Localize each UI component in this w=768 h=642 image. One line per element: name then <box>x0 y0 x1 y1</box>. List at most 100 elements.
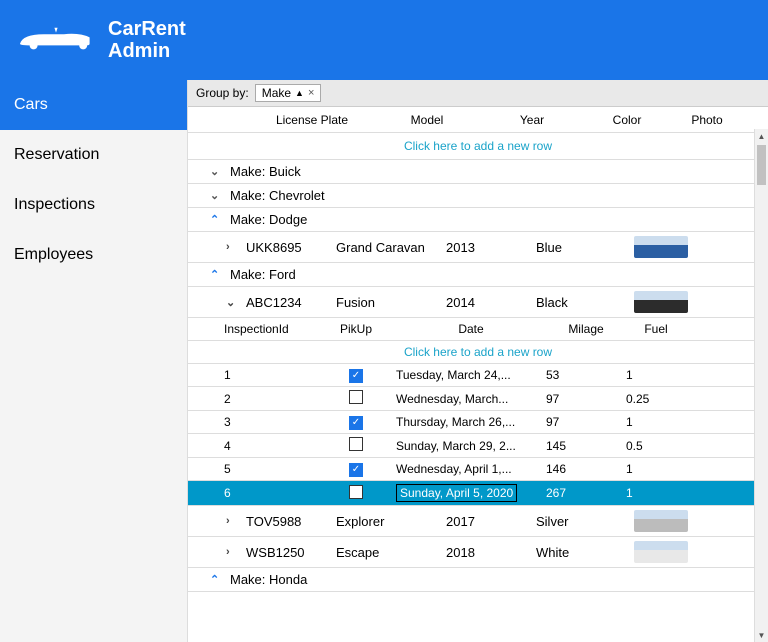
checkbox-icon[interactable] <box>349 390 363 404</box>
group-row-honda[interactable]: ⌃Make: Honda <box>188 568 768 592</box>
inspection-row[interactable]: 1 ✓ Tuesday, March 24,... 53 1 <box>188 364 768 387</box>
group-row-ford[interactable]: ⌃Make: Ford <box>188 263 768 287</box>
expand-icon[interactable]: › <box>226 241 246 253</box>
cell-date[interactable]: Tuesday, March 24,... <box>396 368 546 382</box>
cell-color: Blue <box>536 240 626 255</box>
expand-icon[interactable]: ⌃ <box>210 213 230 226</box>
col-milage[interactable]: Milage <box>546 322 626 336</box>
cell-pikup[interactable] <box>316 390 396 407</box>
cell-date[interactable]: Wednesday, April 1,... <box>396 462 546 476</box>
add-new-row[interactable]: Click here to add a new row <box>188 133 768 160</box>
cell-pikup[interactable]: ✓ <box>316 414 396 430</box>
sidebar-item-reservation[interactable]: Reservation <box>0 130 187 180</box>
scroll-thumb[interactable] <box>757 145 766 185</box>
sidebar-item-employees[interactable]: Employees <box>0 230 187 280</box>
add-inspection-row[interactable]: Click here to add a new row <box>188 341 768 364</box>
cell-milage: 97 <box>546 415 626 429</box>
sidebar-item-inspections[interactable]: Inspections <box>0 180 187 230</box>
cell-date[interactable]: Sunday, March 29, 2... <box>396 439 546 453</box>
cell-date[interactable]: Wednesday, March... <box>396 392 546 406</box>
cell-year: 2014 <box>446 295 536 310</box>
checkbox-icon[interactable] <box>349 485 363 499</box>
cell-fuel: 0.25 <box>626 392 686 406</box>
col-color[interactable]: Color <box>582 113 672 127</box>
cell-plate: WSB1250 <box>246 545 336 560</box>
expand-icon[interactable]: › <box>226 546 246 558</box>
cell-plate: UKK8695 <box>246 240 336 255</box>
sort-asc-icon: ▲ <box>295 88 304 98</box>
cell-fuel: 1 <box>626 462 686 476</box>
car-logo-icon <box>16 25 96 56</box>
col-date[interactable]: Date <box>396 322 546 336</box>
expand-icon[interactable]: ⌄ <box>226 296 246 309</box>
cell-milage: 97 <box>546 392 626 406</box>
cell-pikup[interactable] <box>316 485 396 502</box>
group-label: Make: Dodge <box>230 212 307 227</box>
expand-icon[interactable]: ⌄ <box>210 189 230 202</box>
col-license-plate[interactable]: License Plate <box>252 113 372 127</box>
app-title: CarRent Admin <box>108 18 186 62</box>
col-photo[interactable]: Photo <box>672 113 742 127</box>
cell-photo <box>626 289 696 315</box>
cell-inspection-id: 3 <box>216 415 316 429</box>
cell-color: Black <box>536 295 626 310</box>
checkbox-icon[interactable]: ✓ <box>349 416 363 430</box>
inspection-row[interactable]: 3 ✓ Thursday, March 26,... 97 1 <box>188 411 768 434</box>
inspection-row[interactable]: 4 Sunday, March 29, 2... 145 0.5 <box>188 434 768 458</box>
inspection-row[interactable]: 2 Wednesday, March... 97 0.25 <box>188 387 768 411</box>
expand-icon[interactable]: › <box>226 515 246 527</box>
cell-pikup[interactable]: ✓ <box>316 461 396 477</box>
cell-date[interactable]: Thursday, March 26,... <box>396 415 546 429</box>
cell-model: Escape <box>336 545 446 560</box>
col-pikup[interactable]: PikUp <box>316 322 396 336</box>
group-by-bar: Group by: Make ▲ × <box>188 80 768 107</box>
col-model[interactable]: Model <box>372 113 482 127</box>
cell-year: 2017 <box>446 514 536 529</box>
car-row[interactable]: › UKK8695 Grand Caravan 2013 Blue <box>188 232 768 263</box>
col-fuel[interactable]: Fuel <box>626 322 686 336</box>
cell-color: Silver <box>536 514 626 529</box>
cell-pikup[interactable] <box>316 437 396 454</box>
cell-milage: 145 <box>546 439 626 453</box>
group-row-chevrolet[interactable]: ⌄Make: Chevrolet <box>188 184 768 208</box>
cell-photo <box>626 508 696 534</box>
cell-photo <box>626 539 696 565</box>
cell-model: Fusion <box>336 295 446 310</box>
app-header: CarRent Admin <box>0 0 768 80</box>
inspection-header: InspectionIdPikUpDateMilageFuel <box>188 318 768 341</box>
checkbox-icon[interactable]: ✓ <box>349 369 363 383</box>
expand-icon[interactable]: ⌃ <box>210 573 230 586</box>
remove-group-icon[interactable]: × <box>308 87 314 99</box>
cell-inspection-id: 6 <box>216 486 316 500</box>
cell-inspection-id: 2 <box>216 392 316 406</box>
expand-icon[interactable]: ⌃ <box>210 268 230 281</box>
scroll-up-icon[interactable]: ▲ <box>755 129 768 143</box>
inspection-row[interactable]: 5 ✓ Wednesday, April 1,... 146 1 <box>188 458 768 481</box>
grid-column-header: License Plate Model Year Color Photo <box>188 107 768 133</box>
car-row[interactable]: ⌄ ABC1234 Fusion 2014 Black <box>188 287 768 318</box>
checkbox-icon[interactable]: ✓ <box>349 463 363 477</box>
car-row[interactable]: › TOV5988 Explorer 2017 Silver <box>188 506 768 537</box>
car-row[interactable]: › WSB1250 Escape 2018 White <box>188 537 768 568</box>
col-year[interactable]: Year <box>482 113 582 127</box>
col-inspection-id[interactable]: InspectionId <box>216 322 316 336</box>
cell-color: White <box>536 545 626 560</box>
cell-fuel: 1 <box>626 415 686 429</box>
scroll-down-icon[interactable]: ▼ <box>755 628 768 642</box>
vertical-scrollbar[interactable]: ▲ ▼ <box>754 129 768 642</box>
group-chip-make[interactable]: Make ▲ × <box>255 84 322 102</box>
group-row-dodge[interactable]: ⌃Make: Dodge <box>188 208 768 232</box>
cell-date[interactable]: Sunday, April 5, 2020 <box>396 484 546 502</box>
cell-fuel: 0.5 <box>626 439 686 453</box>
sidebar-item-cars[interactable]: Cars <box>0 80 187 130</box>
cell-year: 2013 <box>446 240 536 255</box>
cars-grid: License Plate Model Year Color Photo Cli… <box>188 107 768 642</box>
group-by-label: Group by: <box>196 86 249 100</box>
expand-icon[interactable]: ⌄ <box>210 165 230 178</box>
cell-pikup[interactable]: ✓ <box>316 367 396 383</box>
group-label: Make: Honda <box>230 572 307 587</box>
checkbox-icon[interactable] <box>349 437 363 451</box>
inspection-row[interactable]: 6 Sunday, April 5, 2020 267 1 <box>188 481 768 506</box>
group-row-buick[interactable]: ⌄Make: Buick <box>188 160 768 184</box>
cell-model: Explorer <box>336 514 446 529</box>
